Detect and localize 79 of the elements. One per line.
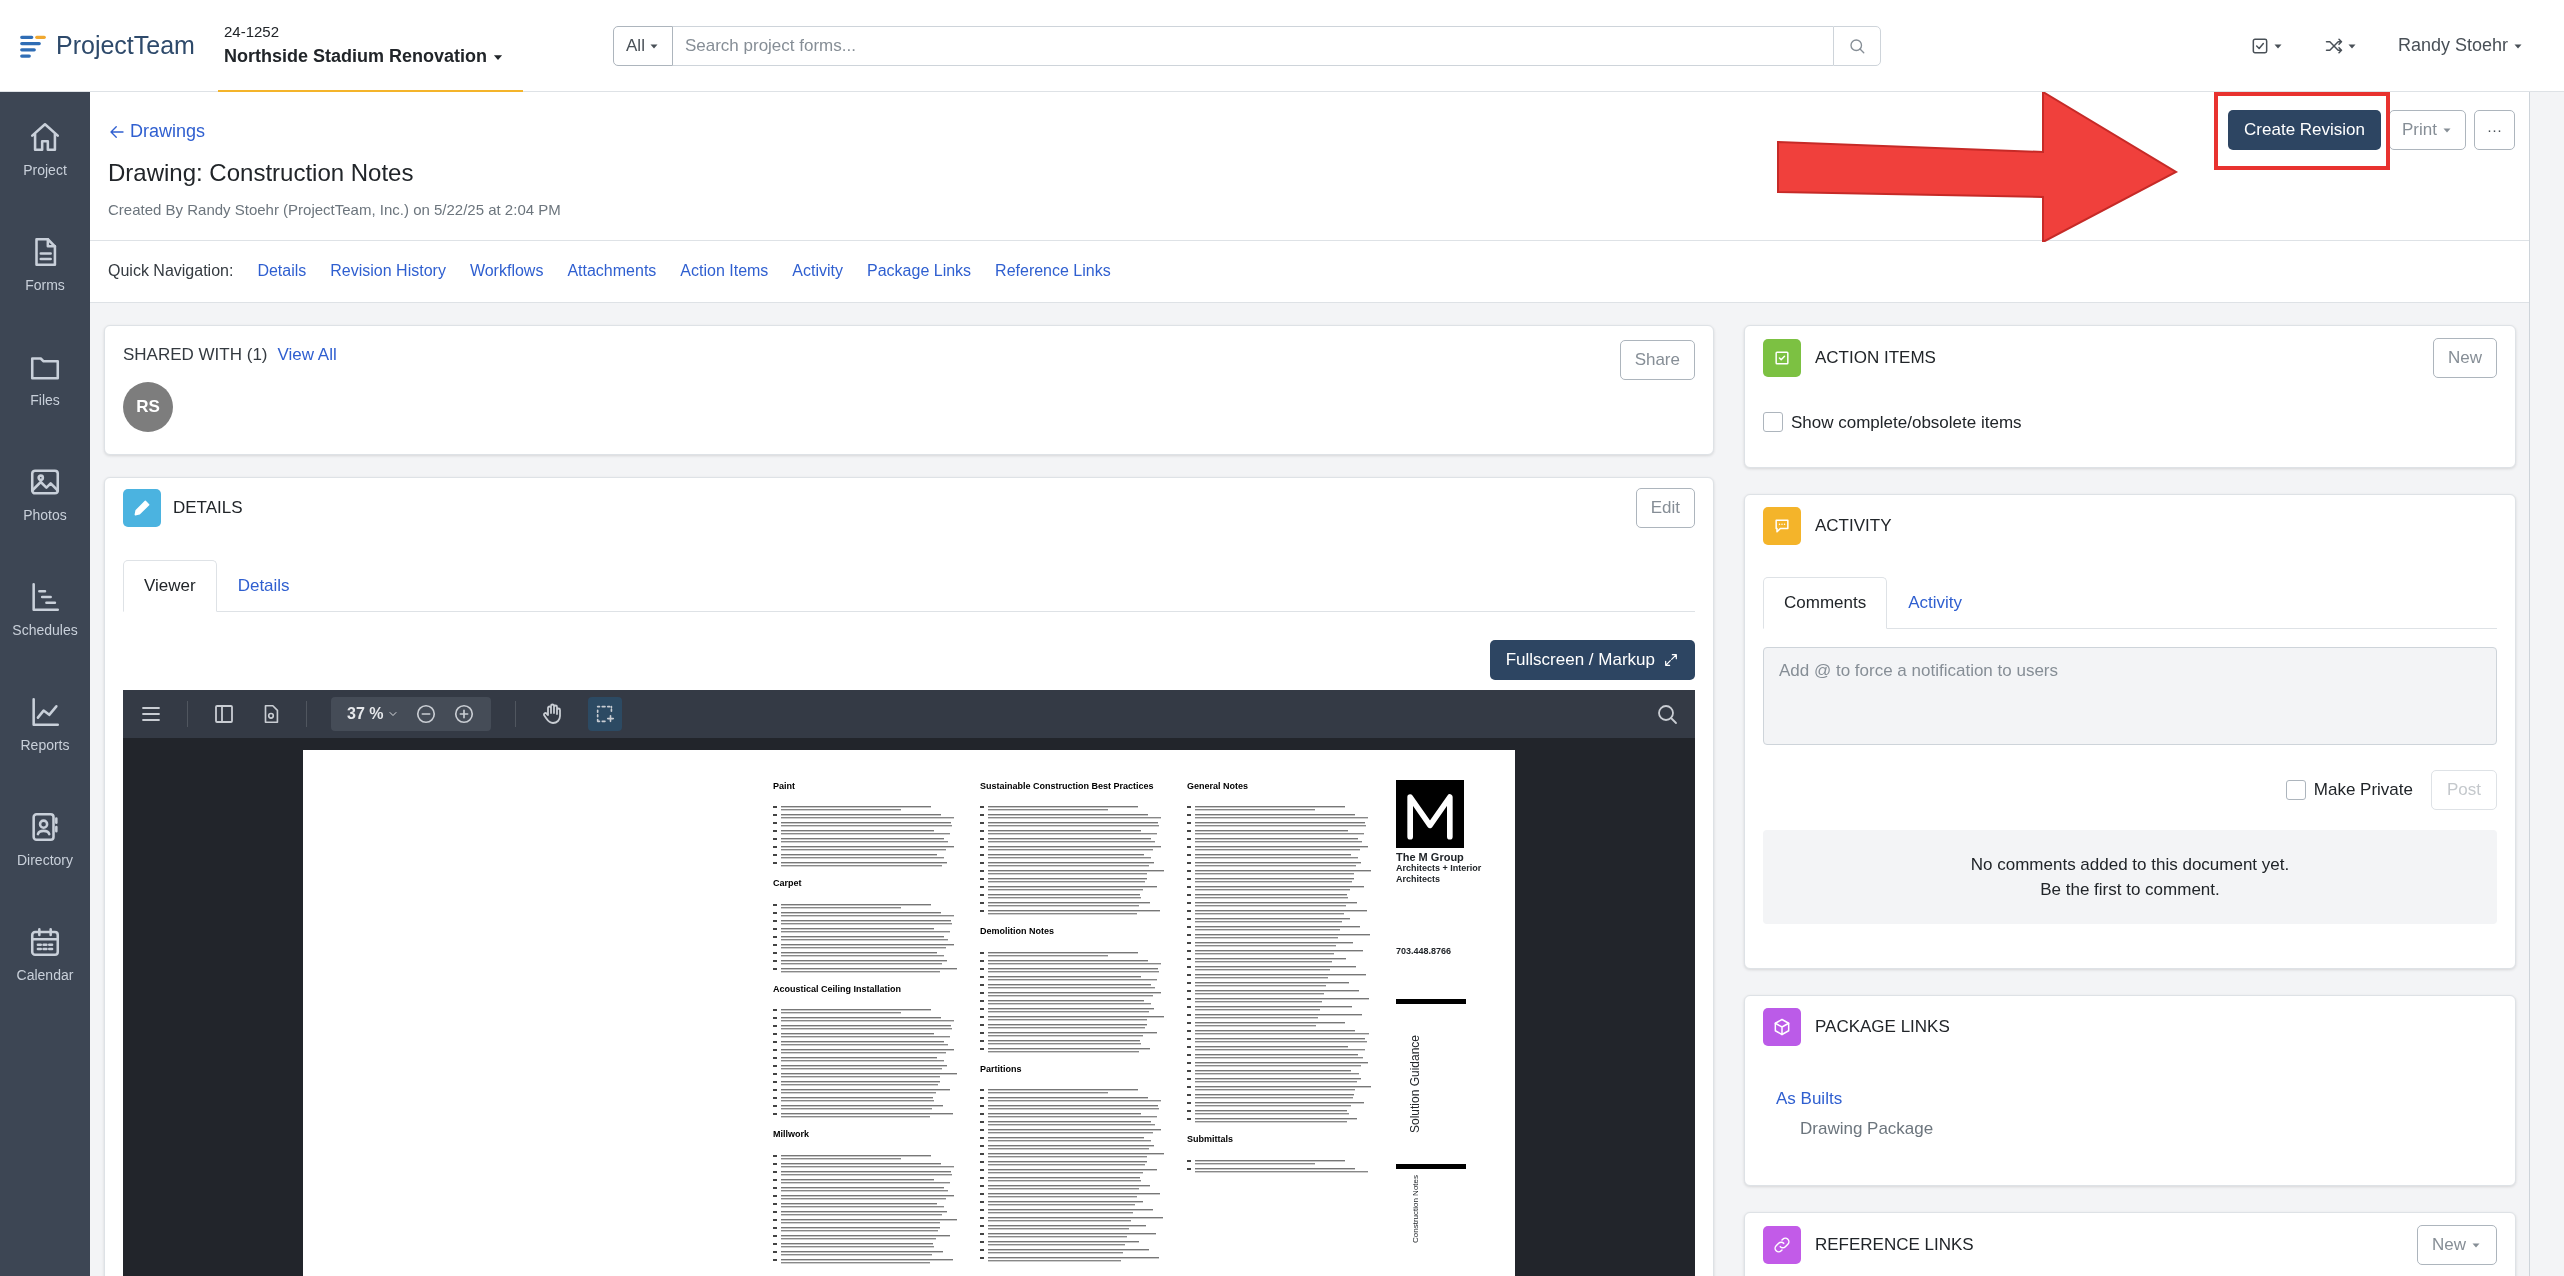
search-icon: [1847, 36, 1866, 55]
fullscreen-markup-button[interactable]: Fullscreen / Markup: [1489, 639, 1695, 680]
section-title: PACKAGE LINKS: [1815, 1016, 1950, 1039]
checkbox-label: Make Private: [2313, 779, 2413, 802]
home-icon: [28, 120, 62, 154]
note-heading: General Notes: [1187, 779, 1250, 793]
sidebar-item[interactable]: Project: [0, 120, 90, 181]
phone-number: 703.448.8766: [1396, 945, 1452, 958]
project-number: 24-1252: [224, 21, 281, 42]
quick-nav-link[interactable]: Reference Links: [995, 259, 1111, 283]
sidebar-item[interactable]: Reports: [0, 695, 90, 756]
tab[interactable]: Activity: [1887, 577, 1984, 629]
section-title: DETAILS: [173, 496, 243, 519]
share-button[interactable]: Share: [1619, 339, 1695, 380]
checkbox-label: Show complete/obsolete items: [1791, 411, 2022, 434]
sidebar-item[interactable]: Schedules: [0, 580, 90, 641]
selection-tool-button[interactable]: [588, 696, 623, 731]
link-glyph-icon: [1772, 1235, 1792, 1255]
quick-navigation-label: Quick Navigation:: [108, 261, 234, 281]
note-heading: Demolition Notes: [980, 925, 1055, 938]
zoom-in-icon[interactable]: [453, 702, 476, 725]
more-button[interactable]: ···: [2474, 110, 2515, 150]
scope-dropdown[interactable]: All: [613, 25, 673, 66]
sidebar-item[interactable]: Photos: [0, 465, 90, 526]
tab[interactable]: Comments: [1763, 577, 1888, 629]
package-type: Drawing Package: [1800, 1117, 1935, 1140]
project-name: Northside Stadium Renovation: [224, 45, 488, 69]
cube-glyph-icon: [1772, 1017, 1792, 1037]
note-heading: Submittals: [1187, 1133, 1234, 1146]
quick-nav-link[interactable]: Details: [257, 259, 307, 283]
sidebar-item[interactable]: Directory: [0, 810, 90, 871]
note-heading: Sustainable Construction Best Practices: [980, 779, 1155, 793]
quick-nav-link[interactable]: Workflows: [469, 259, 544, 283]
back-link[interactable]: Drawings: [108, 118, 561, 145]
note-heading: Partitions: [980, 1062, 1023, 1076]
quick-nav-link[interactable]: Attachments: [567, 259, 657, 283]
quick-nav-link[interactable]: Revision History: [330, 259, 446, 283]
checkbox[interactable]: [2285, 780, 2306, 800]
user-avatar: RS: [123, 381, 173, 432]
new-button[interactable]: New: [2433, 337, 2497, 378]
empty-message: Be the first to comment.: [2040, 879, 2220, 901]
logo-text: ProjectTeam: [56, 29, 195, 61]
package-link[interactable]: As Builts: [1776, 1086, 2497, 1112]
sidebar-item[interactable]: Files: [0, 350, 90, 411]
created-by-text: Created By Randy Stoehr (ProjectTeam, Inc.) on 5/22/25 at 2:04 PM: [108, 200, 561, 220]
sidebar-item[interactable]: Calendar: [0, 925, 90, 986]
comment-field[interactable]: Add @ to force a notification to users: [1763, 647, 2497, 745]
sheet-title: Construction Notes: [1410, 1174, 1421, 1243]
tab[interactable]: Details: [216, 559, 311, 612]
print-button[interactable]: Print: [2389, 110, 2466, 150]
checkbox[interactable]: [1763, 412, 1783, 433]
edit-button[interactable]: Edit: [1635, 487, 1695, 528]
section-title: ACTION ITEMS: [1815, 346, 1936, 369]
expand-icon: [1663, 651, 1679, 668]
firm-name: The M Group: [1396, 851, 1464, 863]
section-title: REFERENCE LINKS: [1815, 1234, 1974, 1257]
quick-nav-link[interactable]: Action Items: [680, 259, 769, 283]
firm-tagline: Architects + Interior Architects: [1396, 862, 1483, 885]
empty-message: No comments added to this document yet.: [1970, 854, 2290, 876]
new-dropdown-button[interactable]: New: [2417, 1225, 2497, 1265]
section-title: SHARED WITH (1): [123, 343, 268, 366]
quick-nav-link[interactable]: Package Links: [867, 259, 972, 283]
create-revision-button[interactable]: Create Revision: [2228, 110, 2382, 150]
note-heading: Millwork: [773, 1128, 810, 1141]
tab[interactable]: Viewer: [123, 559, 217, 612]
firm-logo-icon: [1396, 779, 1464, 848]
section-title: ACTIVITY: [1815, 515, 1892, 538]
calendar-icon: [28, 925, 62, 959]
view-all-link[interactable]: View All: [277, 341, 337, 367]
note-heading: Carpet: [773, 877, 803, 890]
page-title: Drawing: Construction Notes: [108, 158, 415, 188]
quick-nav-link[interactable]: Activity: [792, 259, 844, 283]
user-menu[interactable]: Randy Stoehr: [2397, 32, 2524, 59]
note-heading: Paint: [773, 779, 796, 793]
note-heading: Acoustical Ceiling Installation: [773, 982, 903, 996]
sidebar-item[interactable]: Forms: [0, 235, 90, 296]
zoom-out-icon[interactable]: [415, 702, 438, 725]
search-field[interactable]: Search project forms...: [672, 25, 1833, 66]
project-label: Solution Guidance: [1407, 1034, 1424, 1133]
